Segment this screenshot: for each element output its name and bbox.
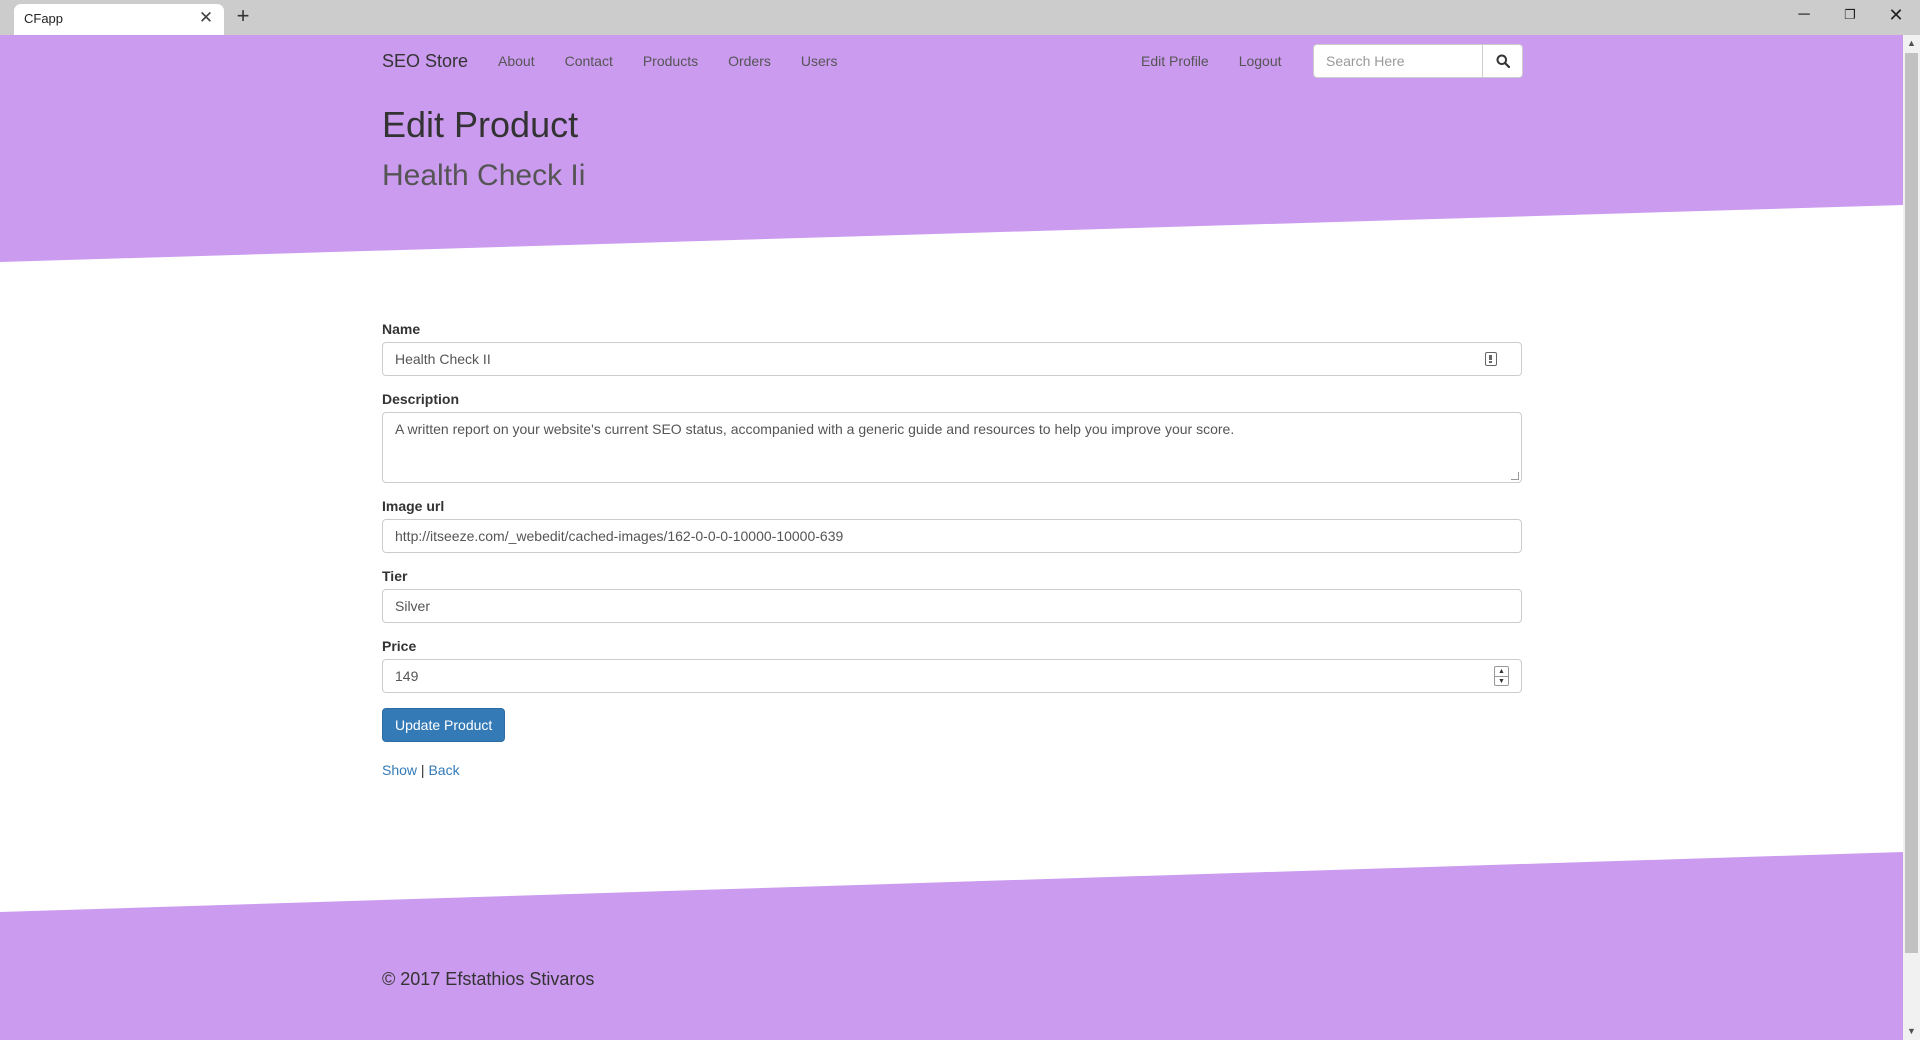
page-viewport: SEO Store About Contact Products Orders … [0,35,1903,1040]
tier-label: Tier [382,568,408,584]
maximize-button[interactable]: ❐ [1827,2,1873,28]
search-button[interactable] [1483,44,1523,78]
scroll-down-icon[interactable]: ▼ [1903,1023,1920,1040]
price-label: Price [382,638,417,654]
image-url-label: Image url [382,498,445,514]
description-label: Description [382,391,460,407]
nav-link-contact[interactable]: Contact [565,53,613,69]
browser-tab-bar: CFapp ✕ + ─ ❐ ✕ [0,0,1920,35]
autofill-icon[interactable] [1485,352,1497,366]
name-input[interactable]: Health Check II [382,342,1522,376]
page-subtitle: Health Check Ii [382,159,586,192]
scrollbar-thumb[interactable] [1905,53,1918,953]
stepper-up-icon[interactable]: ▲ [1495,667,1508,677]
navbar: SEO Store About Contact Products Orders … [382,35,1523,87]
nav-left: About Contact Products Orders Users [498,53,867,69]
update-product-button[interactable]: Update Product [382,708,506,742]
scroll-up-icon[interactable]: ▲ [1903,35,1920,52]
stepper-down-icon[interactable]: ▼ [1495,677,1508,686]
search-input[interactable] [1313,44,1483,78]
show-link[interactable]: Show [382,762,417,778]
tier-input[interactable]: Silver [382,589,1522,623]
tier-field-group: Tier Silver [382,568,1522,623]
nav-link-users[interactable]: Users [801,53,838,69]
image-url-input[interactable]: http://itseeze.com/_webedit/cached-image… [382,519,1522,553]
name-value: Health Check II [395,351,491,367]
nav-link-products[interactable]: Products [643,53,698,69]
brand-link[interactable]: SEO Store [382,51,468,72]
price-value: 149 [395,668,419,684]
description-textarea[interactable]: A written report on your website's curre… [382,412,1522,483]
nav-right: Edit Profile Logout [1141,53,1312,69]
window-close-button[interactable]: ✕ [1873,2,1919,28]
link-separator: | [420,762,425,778]
image-url-value: http://itseeze.com/_webedit/cached-image… [395,528,844,544]
browser-tab[interactable]: CFapp ✕ [14,4,224,35]
footer-copyright: © 2017 Efstathios Stivaros [382,969,595,989]
name-field-group: Name Health Check II [382,321,1522,376]
nav-link-orders[interactable]: Orders [728,53,771,69]
page-title: Edit Product [382,104,579,145]
minimize-button[interactable]: ─ [1781,2,1827,28]
search-icon [1496,54,1510,68]
action-links: Show | Back [382,762,1522,778]
tier-value: Silver [395,598,431,614]
edit-product-form: Name Health Check II Description A writt… [382,321,1522,778]
nav-link-edit-profile[interactable]: Edit Profile [1141,53,1209,69]
vertical-scrollbar[interactable]: ▲ ▼ [1903,35,1920,1040]
new-tab-button[interactable]: + [232,4,254,28]
description-field-group: Description A written report on your web… [382,391,1522,483]
name-label: Name [382,321,421,337]
nav-link-logout[interactable]: Logout [1239,53,1282,69]
price-stepper[interactable]: ▲ ▼ [1494,666,1509,686]
tab-title: CFapp [24,11,64,26]
tab-close-icon[interactable]: ✕ [196,8,216,28]
nav-link-about[interactable]: About [498,53,535,69]
back-link[interactable]: Back [428,762,459,778]
price-input[interactable]: 149 ▲ ▼ [382,659,1522,693]
search-form [1313,44,1523,78]
image-url-field-group: Image url http://itseeze.com/_webedit/ca… [382,498,1522,553]
footer-background [0,852,1903,1040]
resize-grip-icon[interactable] [1511,472,1519,480]
description-value: A written report on your website's curre… [395,421,1235,437]
price-field-group: Price 149 ▲ ▼ [382,638,1522,693]
